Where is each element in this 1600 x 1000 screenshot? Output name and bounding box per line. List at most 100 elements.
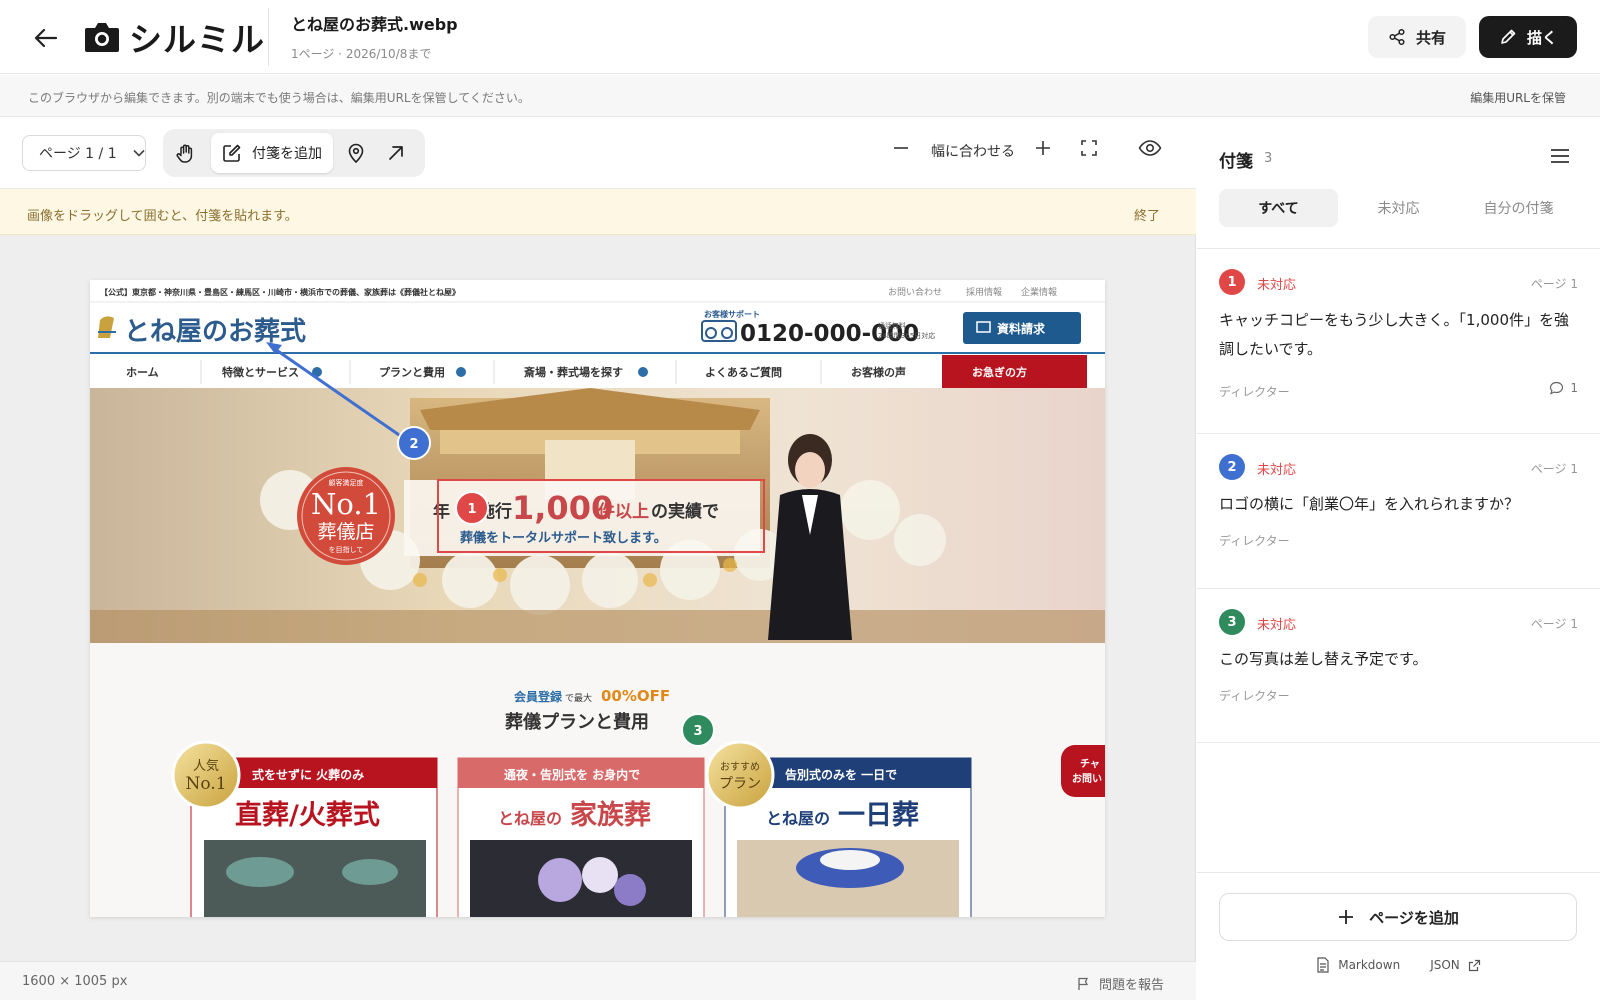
note-number-badge: 1 (1219, 269, 1245, 295)
drag-hint-text: 画像をドラッグして囲むと、付箋を貼れます。 (27, 209, 298, 224)
save-edit-url-link[interactable]: 編集用URLを保管 (1470, 89, 1566, 106)
arrow-tool-button[interactable] (379, 133, 413, 173)
svg-text:通夜・告別式を お身内で: 通夜・告別式を お身内で (504, 767, 640, 782)
site-toplink[interactable]: 企業情報 (1021, 286, 1057, 298)
add-note-tool-button[interactable]: 付箋を追加 (211, 133, 333, 173)
chat-side-tab[interactable] (1061, 745, 1105, 797)
divider (1197, 742, 1600, 743)
export-links: Markdown JSON (1197, 957, 1600, 973)
export-markdown-link[interactable]: Markdown (1316, 957, 1400, 973)
plan-card[interactable]: 通夜・告別式を お身内で とね屋の 家族葬 (457, 757, 705, 917)
note-card[interactable]: 1 未対応 ページ 1 キャッチコピーをもう少し大きく。「1,000件」を強調し… (1197, 249, 1600, 399)
flag-icon (1078, 977, 1089, 990)
hero-no1-badge: 顧客満足度 No.1 葬儀店 を目指して (297, 467, 395, 565)
divider (1197, 872, 1600, 873)
svg-text:No.1: No.1 (185, 774, 226, 794)
site-nav-item[interactable]: プランと費用 (379, 365, 445, 379)
note-status: 未対応 (1257, 463, 1297, 478)
edit-notice-bar: このブラウザから編集できます。別の端末でも使う場合は、編集用URLを保管してくだ… (0, 75, 1600, 117)
site-topbar-text: 【公式】東京都・神奈川県・豊島区・練馬区・川崎市・横浜市での葬儀、家族葬は《葬儀… (100, 287, 460, 297)
pin-tool-button[interactable] (339, 133, 373, 173)
image-dimensions: 1600 × 1005 px (22, 974, 128, 989)
note-text: この写真は差し替え予定です。 (1219, 650, 1428, 668)
share-icon (1389, 28, 1405, 46)
plus-icon (1036, 141, 1050, 155)
add-note-label: 付箋を追加 (252, 146, 322, 162)
image-canvas[interactable]: 【公式】東京都・神奈川県・豊島区・練馬区・川崎市・横浜市での葬儀、家族葬は《葬儀… (90, 280, 1105, 917)
svg-text:顧客満足度: 顧客満足度 (329, 478, 364, 487)
notes-sidebar: 付箋 3 すべて 未対応 自分の付箋 1 未対応 ページ 1 キャッチコピーをも… (1197, 117, 1600, 1000)
note-status: 未対応 (1257, 278, 1297, 293)
pencil-icon (1501, 29, 1516, 44)
page-select[interactable]: ページ 1 / 1 (22, 135, 146, 171)
export-json-label: JSON (1430, 958, 1460, 972)
tab-unresolved[interactable]: 未対応 (1339, 189, 1458, 227)
sidebar-menu-button[interactable] (1550, 147, 1570, 165)
zoom-out-button[interactable] (892, 139, 910, 157)
chat-side-tab-text: チャ (1080, 758, 1100, 770)
annotation-marker-2[interactable]: 2 (397, 426, 431, 460)
site-nav-item[interactable]: お客様の声 (851, 365, 906, 379)
draw-button[interactable]: 描く (1479, 16, 1577, 58)
svg-text:3: 3 (693, 724, 702, 739)
site-toplink[interactable]: 採用情報 (966, 286, 1002, 298)
svg-text:で最大: で最大 (565, 692, 592, 704)
app-header: シルミル とね屋のお葬式.webp 1ページ · 2026/10/8まで 共有 … (0, 0, 1600, 74)
site-nav-item[interactable]: よくあるご質問 (705, 365, 782, 379)
share-button[interactable]: 共有 (1368, 16, 1466, 58)
site-nav-item[interactable]: 特徴とサービス (222, 365, 299, 379)
export-json-link[interactable]: JSON (1430, 957, 1481, 973)
tab-my-notes[interactable]: 自分の付箋 (1459, 189, 1578, 227)
note-page: ページ 1 (1530, 277, 1578, 291)
external-link-icon (1468, 959, 1480, 971)
file-meta: 1ページ · 2026/10/8まで (291, 47, 432, 61)
note-author: ディレクター (1219, 534, 1290, 548)
annotation-marker-3[interactable]: 3 (681, 713, 715, 747)
menu-icon (1551, 149, 1569, 163)
note-number-badge: 2 (1219, 454, 1245, 480)
arrow-left-icon (34, 28, 58, 48)
comment-icon (1550, 381, 1564, 395)
annotation-marker-1[interactable]: 1 (455, 491, 489, 525)
site-toplink[interactable]: お問い合わせ (888, 286, 942, 298)
svg-text:とね屋のお葬式: とね屋のお葬式 (124, 317, 306, 347)
chevron-down-icon (133, 149, 145, 157)
end-hint-button[interactable]: 終了 (1134, 205, 1160, 224)
note-page: ページ 1 (1530, 617, 1578, 631)
eye-icon (1138, 140, 1162, 156)
plus-icon (1339, 910, 1354, 924)
recommended-badge: おすすめ プラン (705, 740, 775, 810)
file-name: とね屋のお葬式.webp (291, 15, 458, 34)
zoom-in-button[interactable] (1034, 139, 1052, 157)
note-author: ディレクター (1219, 385, 1290, 399)
drag-hint-bar: 画像をドラッグして囲むと、付箋を貼れます。 終了 (0, 189, 1196, 235)
back-button[interactable] (32, 24, 60, 52)
toggle-visibility-button[interactable] (1138, 138, 1162, 158)
svg-text:人気: 人気 (193, 758, 219, 774)
report-issue-button[interactable]: 問題を報告 (1077, 974, 1164, 993)
svg-text:一日葬: 一日葬 (838, 800, 919, 831)
site-nav-item[interactable]: ホーム (126, 366, 159, 379)
svg-text:式をせずに 火葬のみ: 式をせずに 火葬のみ (252, 767, 364, 782)
add-page-button[interactable]: ページを追加 (1219, 893, 1577, 941)
notice-text: このブラウザから編集できます。別の端末でも使う場合は、編集用URLを保管してくだ… (28, 91, 530, 105)
note-author: ディレクター (1219, 689, 1290, 703)
svg-text:No.1: No.1 (311, 487, 381, 521)
pan-tool-button[interactable] (169, 133, 203, 173)
site-nav-urgent[interactable]: お急ぎの方 (972, 365, 1027, 379)
svg-text:告別式のみを 一日で: 告別式のみを 一日で (785, 767, 897, 782)
site-nav-item[interactable]: 斎場・葬式場を探す (524, 365, 623, 379)
arrow-up-right-icon (389, 146, 403, 160)
brand-name: シルミル (129, 20, 265, 59)
fullscreen-button[interactable] (1080, 139, 1098, 157)
phone-note: 24時間365日対応 (878, 331, 935, 340)
fit-width-button[interactable]: 幅に合わせる (931, 141, 1015, 161)
tab-all[interactable]: すべて (1219, 189, 1338, 227)
status-bar: 1600 × 1005 px 問題を報告 (0, 961, 1196, 1000)
note-comment-count[interactable]: 1 (1549, 381, 1578, 395)
share-label: 共有 (1415, 28, 1446, 47)
note-card[interactable]: 2 未対応 ページ 1 ロゴの横に「創業〇年」を入れられますか？ ディレクター (1197, 434, 1600, 584)
note-card[interactable]: 3 未対応 ページ 1 この写真は差し替え予定です。 ディレクター (1197, 589, 1600, 739)
svg-text:プラン: プラン (719, 776, 761, 792)
site-logo: とね屋のお葬式 (98, 316, 306, 347)
